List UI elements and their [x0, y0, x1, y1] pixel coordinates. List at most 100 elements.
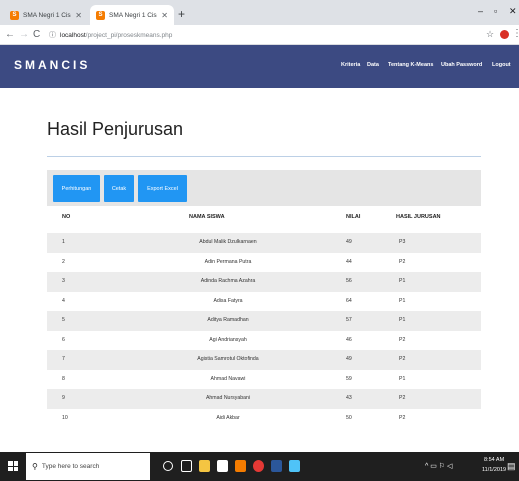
cell-no: 2 — [62, 258, 65, 265]
cell-no: 4 — [62, 297, 65, 304]
cell-nilai: 49 — [346, 356, 352, 362]
close-window-icon[interactable]: ✕ — [509, 6, 517, 17]
tab-title: SMA Negri 1 Cisarua — [23, 11, 71, 19]
clock-time[interactable]: 8:54 AM — [484, 457, 504, 463]
chrome-icon[interactable] — [253, 460, 264, 472]
cell-nama-siswa: Adisa Fatyra — [213, 297, 243, 304]
cell-hasil-jurusan: P1 — [399, 297, 406, 304]
cell-nilai: 44 — [346, 258, 352, 265]
cell-nilai: 49 — [346, 239, 352, 245]
tab-close-icon[interactable]: ✕ — [161, 11, 168, 20]
nav-link-kriteria[interactable]: Kriteria — [341, 62, 360, 68]
cell-no: 9 — [62, 395, 65, 401]
cell-hasil-jurusan: P2 — [399, 414, 406, 421]
export-excel-button[interactable]: Export Excel — [138, 175, 187, 202]
table-row: 1 Abdul Malik Dzulkarnaen 49 P3 — [47, 233, 481, 253]
reload-icon[interactable]: C — [33, 29, 40, 40]
cell-no: 6 — [62, 336, 65, 343]
page-title: Hasil Penjurusan — [47, 119, 184, 139]
site-favicon-icon: S — [10, 10, 19, 20]
table-row: 7 Agistia Samrotul Oktofinda 49 P2 — [47, 350, 481, 370]
column-header-no: NO — [62, 214, 71, 220]
perhitungan-button[interactable]: Perhitungan — [53, 175, 100, 202]
nav-link-data[interactable]: Data — [367, 62, 379, 68]
cell-no: 7 — [62, 356, 65, 362]
cell-no: 10 — [62, 414, 68, 421]
cell-hasil-jurusan: P2 — [399, 395, 406, 401]
cell-nama-siswa: Ahmad Nursyabani — [205, 395, 251, 401]
column-header-nama: NAMA SISWA — [189, 214, 225, 220]
cell-nilai: 64 — [346, 297, 352, 304]
browser-tab-1[interactable]: S SMA Negri 1 Cisarua ✕ — [4, 5, 88, 25]
minimize-icon[interactable]: – — [478, 6, 483, 16]
nav-link-ubah-password[interactable]: Ubah Password — [441, 62, 482, 68]
nav-link-logout[interactable]: Logout — [492, 62, 511, 68]
store-icon[interactable] — [217, 460, 228, 472]
table-row: 2 Adin Permana Putra 44 P2 — [47, 253, 481, 273]
word-icon[interactable] — [271, 460, 282, 472]
cell-nama-siswa: Aidi Akbar — [216, 414, 240, 421]
table-row: 10 Aidi Akbar 50 P2 — [47, 409, 481, 429]
restore-icon[interactable]: ▫ — [494, 6, 497, 16]
windows-start-icon[interactable] — [8, 461, 18, 471]
tab-title: SMA Negri 1 Cisarua — [109, 11, 157, 19]
cell-no: 1 — [62, 239, 65, 245]
profile-avatar[interactable] — [500, 30, 509, 39]
task-view-icon[interactable] — [181, 460, 192, 472]
search-placeholder: Type here to search — [41, 463, 100, 470]
site-favicon-icon: S — [96, 10, 105, 20]
info-icon[interactable]: ⓘ — [49, 30, 56, 40]
cell-hasil-jurusan: P2 — [399, 336, 406, 343]
clock-date[interactable]: 11/1/2019 — [482, 467, 506, 473]
xampp-icon[interactable] — [235, 460, 246, 472]
file-explorer-icon[interactable] — [199, 460, 210, 472]
search-icon: ⚲ — [32, 462, 38, 471]
brand-logo[interactable]: SMANCIS — [14, 58, 90, 72]
title-divider — [47, 156, 481, 157]
new-tab-icon[interactable]: + — [178, 7, 185, 21]
cell-nilai: 57 — [346, 317, 352, 323]
cell-nama-siswa: Aditya Ramadhan — [207, 317, 249, 323]
cell-hasil-jurusan: P2 — [399, 356, 406, 362]
cell-nilai: 50 — [346, 414, 352, 421]
cortana-icon[interactable] — [163, 461, 173, 471]
cell-nama-siswa: Ahmad Navawi — [210, 375, 246, 382]
notification-icon[interactable]: ▤ — [507, 461, 516, 472]
cell-nilai: 56 — [346, 278, 352, 284]
table-row: 5 Aditya Ramadhan 57 P1 — [47, 311, 481, 331]
cell-nama-siswa: Agi Andriansyah — [209, 336, 247, 343]
cell-hasil-jurusan: P1 — [399, 375, 406, 382]
bookmark-star-icon[interactable]: ☆ — [486, 29, 494, 40]
cetak-button[interactable]: Cetak — [104, 175, 134, 202]
address-bar[interactable]: ⓘ localhost/project_pi/proseskmeans.php — [49, 27, 469, 43]
url-path: /project_pi/proseskmeans.php — [85, 31, 173, 39]
forward-icon[interactable]: → — [19, 29, 29, 40]
cell-no: 3 — [62, 278, 65, 284]
browser-menu-icon[interactable]: ⋮ — [512, 28, 519, 39]
table-row: 4 Adisa Fatyra 64 P1 — [47, 292, 481, 312]
column-header-nilai: NILAI — [346, 214, 361, 220]
cell-nilai: 46 — [346, 336, 352, 343]
tab-close-icon[interactable]: ✕ — [75, 11, 82, 20]
cell-nama-siswa: Agistia Samrotul Oktofinda — [197, 356, 259, 362]
cell-hasil-jurusan: P1 — [399, 317, 406, 323]
table-row: 8 Ahmad Navawi 59 P1 — [47, 370, 481, 390]
system-tray[interactable]: ^ ▭ ⚐ ◁ — [425, 462, 452, 470]
cell-nilai: 43 — [346, 395, 352, 401]
taskbar-search-input[interactable]: ⚲ Type here to search — [26, 453, 150, 480]
browser-tab-2[interactable]: S SMA Negri 1 Cisarua ✕ — [90, 5, 174, 25]
cell-nilai: 59 — [346, 375, 352, 382]
url-host: localhost — [60, 31, 86, 39]
cell-hasil-jurusan: P1 — [399, 278, 406, 284]
table-row: 9 Ahmad Nursyabani 43 P2 — [47, 389, 481, 409]
cell-nama-siswa: Adin Permana Putra — [204, 258, 252, 265]
back-icon[interactable]: ← — [5, 29, 15, 40]
cell-nama-siswa: Adinda Rachma Azahra — [200, 278, 256, 284]
column-header-hasil: HASIL JURUSAN — [396, 214, 441, 220]
cell-hasil-jurusan: P2 — [399, 258, 406, 265]
app-icon[interactable] — [289, 460, 300, 472]
cell-no: 5 — [62, 317, 65, 323]
table-row: 3 Adinda Rachma Azahra 56 P1 — [47, 272, 481, 292]
nav-link-tentang-kmeans[interactable]: Tentang K-Means — [388, 62, 433, 68]
cell-hasil-jurusan: P3 — [399, 239, 406, 245]
